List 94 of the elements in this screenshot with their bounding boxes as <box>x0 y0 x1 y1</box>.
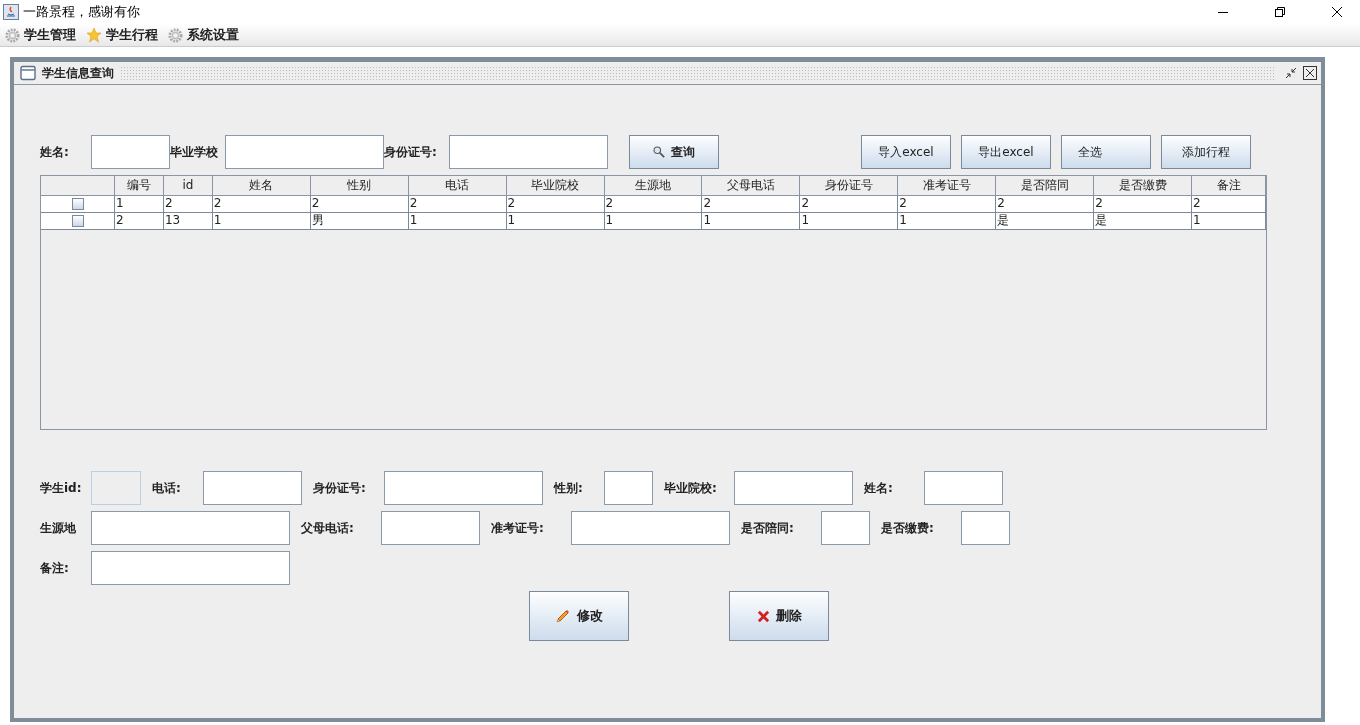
field-label: 是否缴费: <box>881 519 935 537</box>
field-label: 学生id: <box>40 479 83 497</box>
field-label: 准考证号: <box>491 519 545 537</box>
input-field[interactable] <box>449 135 608 169</box>
field-label: 毕业院校: <box>664 479 718 497</box>
field-label: 姓名: <box>40 143 70 161</box>
table-cell: 2 <box>800 196 899 212</box>
table-cell: 2 <box>114 213 164 229</box>
search-button[interactable]: 查询 <box>629 135 719 169</box>
action-button[interactable]: 全选 <box>1061 135 1151 169</box>
field-label: 备注: <box>40 559 70 577</box>
table-cell: 2 <box>408 196 507 212</box>
field-label: 姓名: <box>864 479 894 497</box>
action-button[interactable]: 添加行程 <box>1161 135 1251 169</box>
table-cell: 13 <box>163 213 213 229</box>
column-header[interactable]: 是否缴费 <box>1094 176 1193 196</box>
column-header[interactable]: 备注 <box>1192 176 1266 196</box>
column-header[interactable]: 准考证号 <box>898 176 997 196</box>
field-label: 电话: <box>152 479 182 497</box>
table-cell: 1 <box>898 213 997 229</box>
close-icon[interactable] <box>1303 66 1317 80</box>
table-cell: 2 <box>212 196 311 212</box>
table-cell: 1 <box>800 213 899 229</box>
field-label: 毕业学校 <box>170 143 219 161</box>
column-header[interactable]: 毕业院校 <box>506 176 605 196</box>
delete-button[interactable]: 删除 <box>729 591 829 641</box>
input-field[interactable] <box>571 511 730 545</box>
field-label: 父母电话: <box>301 519 355 537</box>
input-field[interactable] <box>821 511 870 545</box>
table-cell: 1 <box>1192 213 1266 229</box>
table-cell: 1 <box>506 213 605 229</box>
input-field[interactable] <box>734 471 853 505</box>
input-field[interactable] <box>91 551 290 585</box>
table-cell: 2 <box>702 196 801 212</box>
table-cell: 2 <box>996 196 1095 212</box>
field-label: 身份证号: <box>313 479 367 497</box>
table-cell: 1 <box>604 213 703 229</box>
table-cell: 2 <box>898 196 997 212</box>
column-header[interactable]: 电话 <box>408 176 507 196</box>
table-cell: 2 <box>506 196 605 212</box>
input-field[interactable] <box>225 135 384 169</box>
pencil-icon <box>555 608 571 624</box>
window-icon <box>20 65 36 81</box>
column-header[interactable]: 编号 <box>114 176 164 196</box>
row-checkbox[interactable] <box>71 198 84 210</box>
star-icon <box>86 27 102 43</box>
input-field[interactable] <box>924 471 1003 505</box>
field-label: 是否陪同: <box>741 519 795 537</box>
field-label: 生源地 <box>40 519 77 537</box>
window-title: 学生信息查询 <box>42 64 114 82</box>
column-header[interactable]: 身份证号 <box>800 176 899 196</box>
input-field[interactable] <box>91 511 290 545</box>
column-header[interactable]: 生源地 <box>604 176 703 196</box>
table-cell: 1 <box>212 213 311 229</box>
gear-icon <box>168 27 183 43</box>
row-checkbox[interactable] <box>71 215 84 227</box>
table-cell: 2 <box>163 196 213 212</box>
table-cell: 2 <box>1094 196 1193 212</box>
table-cell: 2 <box>310 196 409 212</box>
column-header[interactable]: 性别 <box>310 176 409 196</box>
restore-icon[interactable] <box>1274 6 1286 18</box>
menu-item[interactable]: 学生管理 <box>5 26 76 44</box>
input-field[interactable] <box>381 511 480 545</box>
app-icon <box>3 4 19 20</box>
input-field[interactable] <box>384 471 543 505</box>
table-cell: 1 <box>408 213 507 229</box>
table-cell: 是 <box>1094 213 1193 229</box>
input-field[interactable] <box>961 511 1010 545</box>
table-cell: 2 <box>1192 196 1266 212</box>
table-cell: 1 <box>114 196 164 212</box>
menu-item[interactable]: 学生行程 <box>86 26 158 44</box>
edit-button[interactable]: 修改 <box>529 591 629 641</box>
table-cell: 1 <box>702 213 801 229</box>
input-field[interactable] <box>203 471 302 505</box>
column-header[interactable]: id <box>163 176 213 196</box>
gear-icon <box>5 27 20 43</box>
menu-item[interactable]: 系统设置 <box>168 26 239 44</box>
close-icon[interactable] <box>1331 6 1343 18</box>
cross-icon <box>756 609 770 623</box>
input-field[interactable] <box>604 471 653 505</box>
input-field[interactable] <box>91 135 170 169</box>
table-cell: 是 <box>996 213 1095 229</box>
action-button[interactable]: 导入excel <box>861 135 951 169</box>
table-cell: 2 <box>604 196 703 212</box>
table-cell: 男 <box>310 213 409 229</box>
search-icon <box>653 146 665 158</box>
action-button[interactable]: 导出excel <box>961 135 1051 169</box>
field-label: 性别: <box>554 479 584 497</box>
restore-icon[interactable] <box>1285 67 1297 79</box>
column-header[interactable]: 是否陪同 <box>996 176 1095 196</box>
column-header[interactable]: 父母电话 <box>702 176 801 196</box>
window-title: 一路景程，感谢有你 <box>23 3 140 21</box>
field-label: 身份证号: <box>384 143 438 161</box>
column-header[interactable]: 姓名 <box>212 176 311 196</box>
